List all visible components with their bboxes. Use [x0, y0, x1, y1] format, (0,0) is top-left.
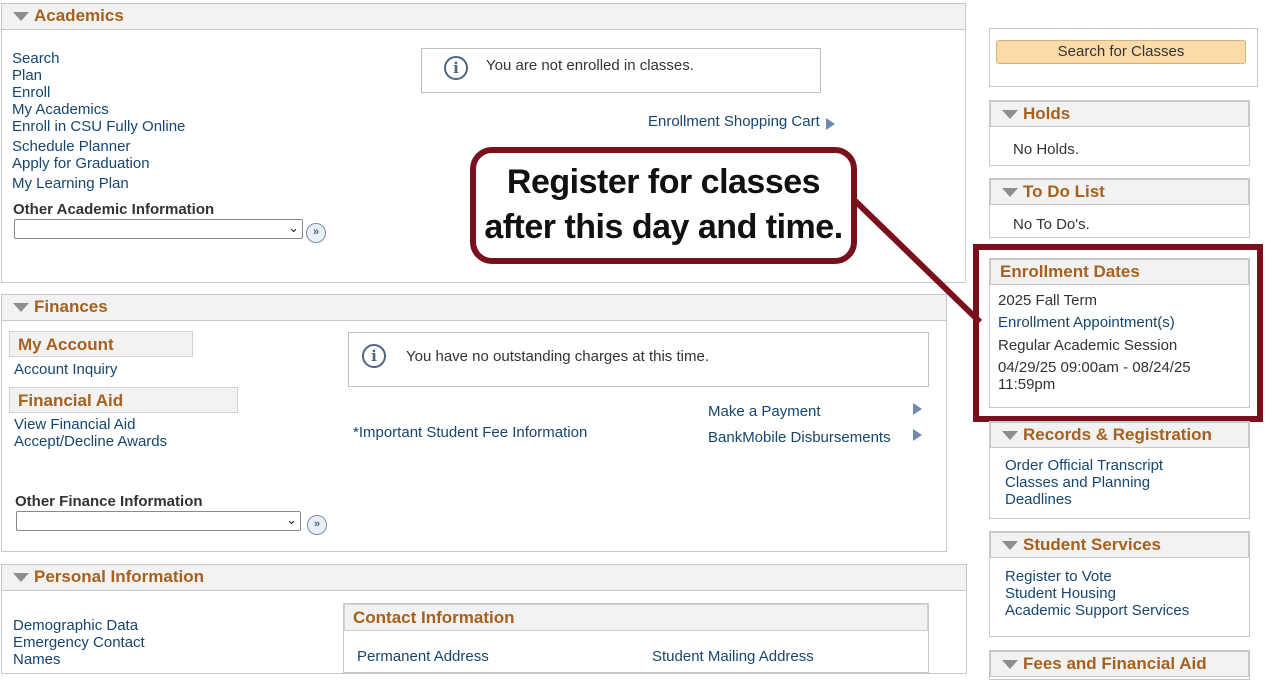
holds-panel: Holds No Holds.: [989, 100, 1250, 166]
collapse-triangle-icon[interactable]: [1002, 110, 1018, 119]
holds-header[interactable]: Holds: [990, 101, 1249, 127]
classes-planning-link[interactable]: Classes and Planning: [1005, 474, 1150, 491]
holds-title: Holds: [1023, 104, 1071, 123]
academic-support-link[interactable]: Academic Support Services: [1005, 602, 1189, 619]
enrollment-dates-line2: 11:59pm: [998, 376, 1056, 393]
deadlines-link[interactable]: Deadlines: [1005, 491, 1072, 508]
records-panel: Records & Registration Order Official Tr…: [989, 421, 1250, 519]
todo-header[interactable]: To Do List: [990, 179, 1249, 205]
holds-text: No Holds.: [1013, 141, 1079, 158]
register-vote-link[interactable]: Register to Vote: [1005, 568, 1112, 585]
enrollment-appointment-link[interactable]: Enrollment Appointment(s): [998, 314, 1175, 331]
callout-box: Register for classes after this day and …: [470, 147, 857, 264]
callout-line2: after this day and time.: [484, 208, 843, 246]
callout-line1: Register for classes: [506, 163, 821, 201]
fees-aid-header[interactable]: Fees and Financial Aid: [990, 651, 1249, 677]
enrollment-dates-panel: Enrollment Dates 2025 Fall Term Enrollme…: [989, 258, 1250, 408]
enrollment-dates-line1: 04/29/25 09:00am - 08/24/25: [998, 359, 1191, 376]
student-housing-link[interactable]: Student Housing: [1005, 585, 1116, 602]
collapse-triangle-icon[interactable]: [1002, 660, 1018, 669]
todo-panel: To Do List No To Do's.: [989, 178, 1250, 238]
collapse-triangle-icon[interactable]: [1002, 541, 1018, 550]
collapse-triangle-icon[interactable]: [1002, 431, 1018, 440]
todo-title: To Do List: [1023, 182, 1105, 201]
collapse-triangle-icon[interactable]: [1002, 188, 1018, 197]
search-classes-box: Search for Classes: [989, 28, 1258, 87]
records-header[interactable]: Records & Registration: [990, 422, 1249, 448]
session-label: Regular Academic Session: [998, 337, 1178, 354]
fees-aid-panel: Fees and Financial Aid: [989, 650, 1250, 680]
fees-aid-title: Fees and Financial Aid: [1023, 654, 1207, 673]
term-label: 2025 Fall Term: [998, 292, 1097, 309]
order-transcript-link[interactable]: Order Official Transcript: [1005, 457, 1163, 474]
enrollment-dates-header: Enrollment Dates: [990, 259, 1249, 285]
student-services-title: Student Services: [1023, 535, 1161, 554]
search-classes-button[interactable]: Search for Classes: [996, 40, 1246, 64]
student-services-panel: Student Services Register to Vote Studen…: [989, 531, 1250, 637]
enrollment-dates-title: Enrollment Dates: [1000, 262, 1140, 281]
records-title: Records & Registration: [1023, 425, 1212, 444]
student-services-header[interactable]: Student Services: [990, 532, 1249, 558]
todo-text: No To Do's.: [1013, 216, 1090, 233]
